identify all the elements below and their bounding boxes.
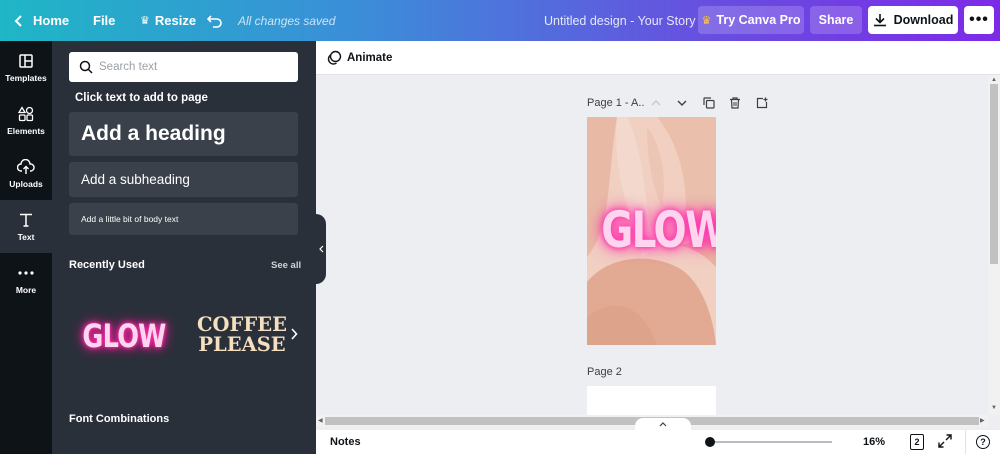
crown-icon: ♛ — [140, 15, 150, 27]
uploads-icon — [17, 158, 35, 176]
trash-icon — [730, 97, 740, 109]
scroll-right-arrow-icon[interactable]: ▶ — [980, 417, 985, 424]
page-1-glow-text[interactable]: GLOW — [601, 201, 716, 259]
left-rail: Templates Elements Uploads Text More — [0, 41, 52, 454]
page-2-label[interactable]: Page 2 — [587, 366, 622, 378]
resize-button[interactable]: ♛ Resize — [140, 0, 196, 41]
document-title[interactable]: Untitled design - Your Story — [544, 0, 695, 41]
save-status: All changes saved — [238, 13, 336, 28]
resize-label: Resize — [154, 13, 197, 28]
search-input[interactable] — [99, 61, 289, 73]
recently-used-heading: Recently Used — [69, 259, 145, 271]
zoom-slider-track[interactable] — [710, 441, 832, 443]
top-bar: Home File ♛ Resize All changes saved Unt… — [0, 0, 1000, 41]
vertical-scrollbar-thumb[interactable] — [990, 84, 998, 264]
chevron-right-icon[interactable] — [290, 327, 298, 345]
crown-icon: ♛ — [701, 14, 712, 27]
rail-item-text[interactable]: Text — [0, 200, 52, 253]
page-down-button[interactable] — [674, 95, 690, 111]
add-page-icon — [756, 97, 768, 109]
notes-button[interactable]: Notes — [330, 436, 361, 448]
font-combinations-heading: Font Combinations — [69, 413, 170, 425]
collapse-panel-handle[interactable] — [316, 214, 326, 284]
elements-icon — [18, 105, 34, 123]
undo-button[interactable] — [207, 0, 223, 41]
share-button[interactable]: Share — [810, 6, 862, 34]
chevron-down-icon — [677, 100, 687, 106]
duplicate-page-button[interactable] — [701, 95, 717, 111]
download-label: Download — [893, 13, 954, 27]
delete-page-button[interactable] — [727, 95, 743, 111]
duplicate-icon — [703, 97, 715, 109]
text-icon — [18, 211, 34, 229]
see-all-link[interactable]: See all — [271, 260, 301, 271]
add-page-button[interactable] — [754, 95, 770, 111]
zoom-slider-thumb[interactable] — [705, 437, 715, 447]
chevron-up-icon — [659, 421, 667, 426]
page-up-button[interactable] — [648, 95, 664, 111]
editor-toolbar: Animate — [316, 41, 1000, 75]
rail-label-text: Text — [17, 232, 35, 242]
animate-icon — [327, 50, 342, 65]
rail-label-templates: Templates — [5, 73, 47, 83]
add-body-text-button[interactable]: Add a little bit of body text — [69, 203, 298, 235]
try-pro-label: Try Canva Pro — [716, 13, 801, 27]
scroll-up-arrow-icon[interactable]: ▲ — [991, 77, 997, 83]
try-pro-button[interactable]: ♛ Try Canva Pro — [698, 6, 804, 34]
scroll-left-arrow-icon[interactable]: ◀ — [318, 417, 323, 424]
help-icon: ? — [976, 435, 990, 449]
fullscreen-icon[interactable] — [938, 434, 952, 451]
templates-icon — [18, 52, 34, 70]
coffee-line-1: COFFEE — [197, 313, 287, 336]
page-2-canvas[interactable] — [587, 386, 716, 416]
scroll-down-arrow-icon[interactable]: ▼ — [991, 405, 997, 411]
search-icon — [79, 60, 93, 74]
rail-item-uploads[interactable]: Uploads — [0, 147, 52, 200]
add-subheading-button[interactable]: Add a subheading — [69, 162, 298, 197]
text-panel: Click text to add to page Add a heading … — [52, 41, 316, 454]
rail-label-more: More — [15, 285, 37, 295]
chevron-up-icon — [651, 100, 661, 106]
help-button[interactable]: ? — [965, 430, 1000, 454]
show-pages-tab[interactable] — [635, 418, 691, 430]
file-menu-button[interactable]: File — [93, 0, 115, 41]
home-label: Home — [33, 13, 70, 28]
rail-item-more[interactable]: More — [0, 253, 52, 306]
coffee-line-2: PLEASE — [198, 333, 286, 356]
undo-icon — [207, 14, 222, 28]
download-icon — [873, 14, 886, 27]
recent-item-coffee-please[interactable]: COFFEE PLEASE — [192, 315, 292, 359]
more-icon — [17, 264, 35, 282]
click-text-hint: Click text to add to page — [75, 92, 208, 104]
rail-label-elements: Elements — [7, 126, 45, 136]
search-box[interactable] — [69, 52, 298, 82]
page-1-label[interactable]: Page 1 - A.. — [587, 97, 644, 109]
rail-label-uploads: Uploads — [9, 179, 43, 189]
animate-label: Animate — [347, 51, 393, 64]
chevron-left-icon — [14, 14, 22, 27]
chevron-left-icon — [318, 245, 323, 253]
zoom-level[interactable]: 16% — [863, 436, 885, 448]
page-count-button[interactable]: 2 — [910, 434, 924, 450]
rail-item-templates[interactable]: Templates — [0, 41, 52, 94]
recent-item-glow[interactable]: GLOW — [82, 311, 166, 361]
animate-button[interactable]: Animate — [327, 50, 392, 65]
page-1-canvas[interactable]: GLOW — [587, 117, 716, 345]
download-button[interactable]: Download — [868, 6, 958, 34]
more-options-button[interactable]: ••• — [964, 6, 994, 34]
footer-bar: Notes 16% 2 ? — [316, 430, 1000, 454]
home-button[interactable]: Home — [12, 0, 69, 41]
add-heading-button[interactable]: Add a heading — [69, 112, 298, 156]
rail-item-elements[interactable]: Elements — [0, 94, 52, 147]
